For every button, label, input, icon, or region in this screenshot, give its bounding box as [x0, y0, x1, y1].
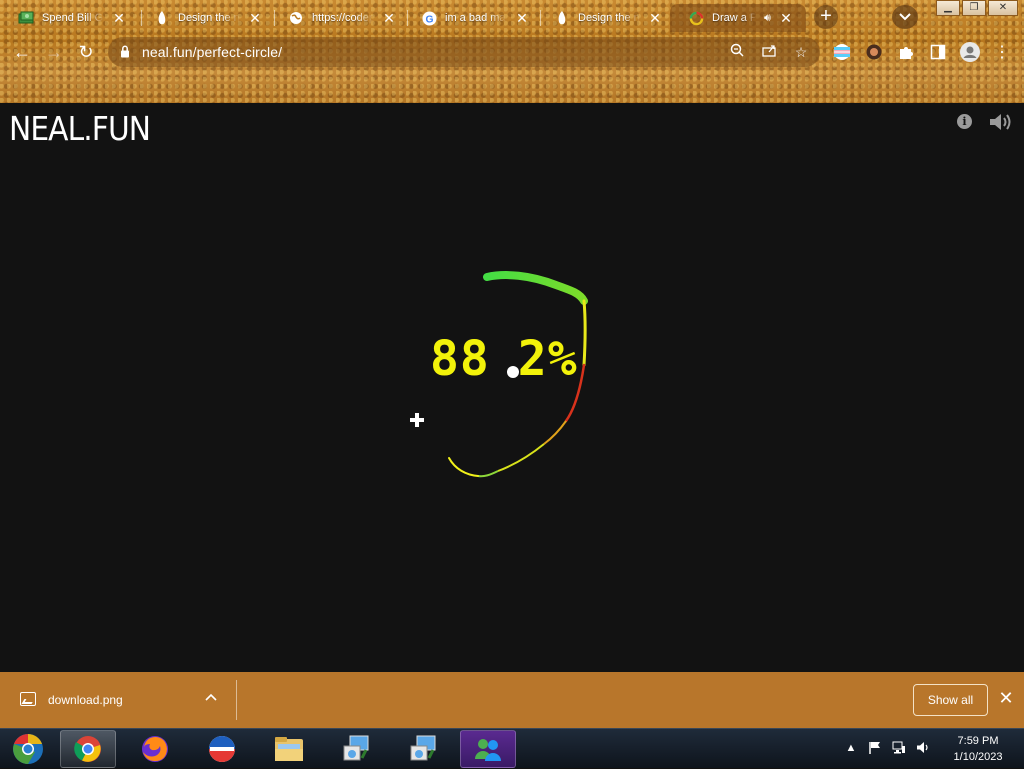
close-tab-icon[interactable]: ✕: [112, 11, 126, 25]
neal-fun-icon: [554, 10, 570, 26]
chevron-up-icon[interactable]: [205, 690, 217, 704]
clock-time: 7:59 PM: [957, 735, 999, 747]
tab-title: im a bad man: [445, 12, 507, 24]
zoom-icon[interactable]: [728, 43, 746, 61]
taskbar-firefox[interactable]: [127, 730, 183, 768]
close-tab-icon[interactable]: ✕: [648, 11, 662, 25]
svg-text:G: G: [425, 14, 433, 25]
reload-button[interactable]: ↻: [74, 41, 98, 63]
download-shelf: download.png Show all ✕: [0, 672, 1024, 728]
stroke-segment-green: [483, 271, 588, 305]
tab-title: Design the next iPhone: [578, 12, 640, 24]
extension-avatar-icon[interactable]: [864, 42, 884, 62]
tab-perfect-circle[interactable]: Draw a Perfect Circle 🔊︎ ✕: [670, 4, 806, 32]
score-integer: 88: [430, 331, 490, 387]
url-text[interactable]: neal.fun/perfect-circle/: [142, 44, 282, 60]
messenger-icon: [475, 739, 501, 761]
close-tab-icon[interactable]: ✕: [515, 11, 529, 25]
download-item[interactable]: download.png: [0, 672, 236, 728]
tab-title: Design the next iPhone: [178, 12, 240, 24]
tab-title: Draw a Perfect Circle: [712, 12, 756, 24]
browser-toolbar: ← → ↻ neal.fun/perfect-circle/ ☆ ⋮: [0, 34, 1024, 70]
side-panel-icon[interactable]: [928, 42, 948, 62]
clock-date: 1/10/2023: [953, 751, 1003, 763]
stroke-segment-orange: [543, 420, 567, 445]
crosshair-cursor-icon: [410, 413, 424, 427]
tab-search-button[interactable]: [892, 5, 918, 29]
restore-button[interactable]: ❐: [962, 0, 986, 16]
profile-avatar-icon[interactable]: [960, 42, 980, 62]
circle-icon: [688, 10, 704, 26]
download-file-name[interactable]: download.png: [48, 693, 123, 707]
circle-center-dot: [507, 366, 519, 378]
money-icon: [18, 10, 34, 26]
address-bar[interactable]: neal.fun/perfect-circle/ ☆: [108, 37, 820, 67]
stroke-segment-green-bottom: [477, 470, 499, 478]
volume-icon[interactable]: [916, 741, 930, 755]
taskbar-setup-program[interactable]: [328, 730, 384, 768]
browser-globe-icon: [209, 736, 235, 762]
extensions-puzzle-icon[interactable]: [896, 42, 916, 62]
download-divider: [236, 680, 237, 720]
action-center-flag-icon[interactable]: [868, 741, 882, 755]
minimize-button[interactable]: ▁: [936, 0, 960, 16]
show-all-button[interactable]: Show all: [913, 684, 988, 716]
page-content[interactable]: NEAL.FUN i 88 2%: [0, 103, 1024, 672]
browser-chrome: Spend Bill Gates' Money ✕ Design the nex…: [0, 0, 1024, 103]
drawn-circle-stroke[interactable]: [0, 103, 1024, 672]
close-window-button[interactable]: ✕: [988, 0, 1018, 16]
tab-title: Spend Bill Gates' Money: [42, 12, 104, 24]
close-tab-icon[interactable]: ✕: [382, 11, 396, 25]
network-icon[interactable]: [892, 741, 906, 755]
start-button[interactable]: [0, 730, 56, 768]
tab-strip: Spend Bill Gates' Money ✕ Design the nex…: [0, 0, 1024, 34]
firefox-icon: [142, 736, 168, 762]
audio-playing-icon[interactable]: 🔊︎: [764, 12, 771, 25]
taskbar-file-explorer[interactable]: [261, 730, 317, 768]
installer-icon: [410, 735, 436, 761]
extension-flag-icon[interactable]: [832, 42, 852, 62]
taskbar-messenger[interactable]: [460, 730, 516, 768]
taskbar-setup-program-2[interactable]: [395, 730, 451, 768]
tab-google-search[interactable]: G im a bad man ✕: [403, 4, 535, 32]
close-tab-icon[interactable]: ✕: [248, 11, 262, 25]
taskbar-opera-edge[interactable]: [194, 730, 250, 768]
taskbar-chrome[interactable]: [60, 730, 116, 768]
forward-button[interactable]: →: [42, 41, 66, 63]
image-file-icon: [20, 692, 36, 706]
clock[interactable]: 7:59 PM 1/10/2023: [940, 733, 1016, 765]
accuracy-score: 88 2%: [430, 331, 578, 387]
tab-design-iphone-2[interactable]: Design the next iPhone ✕: [536, 4, 668, 32]
chrome-canary-icon: [13, 734, 43, 764]
tab-title: https://codepen.io: [312, 12, 374, 24]
close-shelf-icon[interactable]: ✕: [996, 688, 1016, 708]
windows-taskbar: ▲ 7:59 PM 1/10/2023: [0, 728, 1024, 768]
tab-spend-money[interactable]: Spend Bill Gates' Money ✕: [0, 4, 132, 32]
google-icon: G: [421, 10, 437, 26]
stroke-segment-yellow-end: [448, 457, 479, 477]
neal-fun-icon: [154, 10, 170, 26]
lock-icon[interactable]: [120, 45, 130, 58]
new-tab-button[interactable]: +: [814, 5, 838, 29]
show-hidden-icons-chevron-icon[interactable]: ▲: [844, 741, 858, 755]
window-controls: ▁ ❐ ✕: [934, 0, 1018, 16]
bookmark-star-icon[interactable]: ☆: [792, 43, 810, 61]
stroke-segment-yellow-bottom: [497, 443, 545, 472]
tab-design-iphone[interactable]: Design the next iPhone ✕: [136, 4, 268, 32]
installer-icon: [343, 735, 369, 761]
close-tab-icon[interactable]: ✕: [779, 11, 793, 25]
menu-kebab-icon[interactable]: ⋮: [992, 42, 1012, 62]
stroke-segment-yellow: [582, 299, 587, 367]
back-button[interactable]: ←: [10, 41, 34, 63]
globe-icon: [288, 10, 304, 26]
tab-codepen[interactable]: https://codepen.io ✕: [270, 4, 402, 32]
share-icon[interactable]: [760, 43, 778, 61]
chrome-icon: [74, 736, 101, 762]
score-decimal: 2%: [517, 331, 578, 387]
folder-icon: [275, 737, 303, 761]
